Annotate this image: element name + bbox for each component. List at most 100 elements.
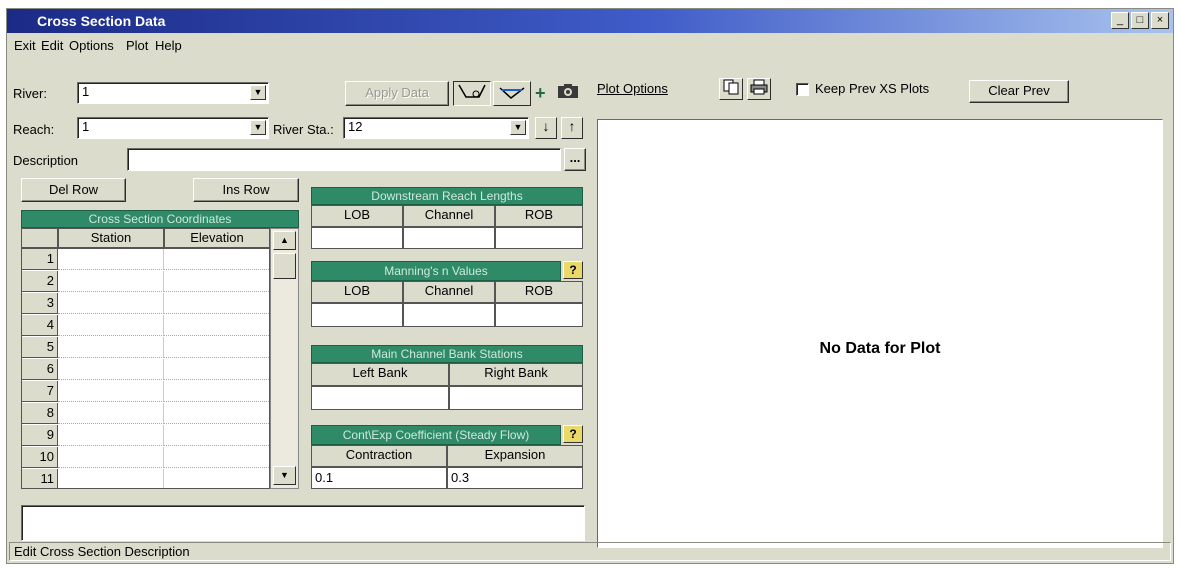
print-icon[interactable] [747, 78, 771, 100]
right-bank-input[interactable] [449, 386, 583, 410]
keep-prev-checkbox[interactable] [796, 83, 809, 96]
description-label: Description [13, 153, 79, 168]
elevation-cell[interactable] [164, 337, 269, 358]
description-browse-button[interactable]: ... [564, 148, 586, 171]
expansion-input[interactable]: 0.3 [447, 467, 583, 489]
maximize-button[interactable]: □ [1131, 12, 1149, 29]
close-button[interactable]: × [1151, 12, 1169, 29]
menu-exit[interactable]: Exit [14, 38, 36, 53]
menu-options[interactable]: Options [69, 38, 114, 53]
menu-edit[interactable]: Edit [41, 38, 63, 53]
ins-row-button[interactable]: Ins Row [193, 178, 299, 202]
ds-rob-header: ROB [495, 205, 583, 227]
elevation-cell[interactable] [164, 425, 269, 446]
station-cell[interactable] [58, 403, 164, 424]
elevation-column-header[interactable]: Elevation [164, 228, 270, 248]
reach-value: 1 [82, 119, 90, 134]
elevation-cell[interactable] [164, 249, 269, 270]
station-column-header[interactable]: Station [58, 228, 164, 248]
mn-rob-input[interactable] [495, 303, 583, 327]
del-row-button[interactable]: Del Row [21, 178, 126, 202]
scroll-thumb[interactable] [273, 253, 296, 279]
station-cell[interactable] [58, 249, 164, 270]
river-sta-label: River Sta.: [273, 122, 334, 137]
menu-help[interactable]: Help [155, 38, 182, 53]
contraction-header: Contraction [311, 445, 447, 467]
grid-row-number[interactable]: 10 [22, 447, 58, 468]
grid-row-number[interactable]: 4 [22, 315, 58, 336]
clear-prev-button[interactable]: Clear Prev [969, 80, 1069, 103]
station-cell[interactable] [58, 425, 164, 446]
plot-options-link[interactable]: Plot Options [597, 81, 668, 96]
river-select[interactable]: 1 ▼ [77, 82, 269, 104]
menu-plot[interactable]: Plot [126, 38, 148, 53]
grid-row-number[interactable]: 11 [22, 469, 58, 488]
river-sta-select[interactable]: 12 ▼ [343, 117, 529, 139]
station-cell[interactable] [58, 469, 164, 488]
reach-label: Reach: [13, 122, 55, 137]
add-icon[interactable]: + [535, 83, 546, 104]
station-cell[interactable] [58, 337, 164, 358]
ds-channel-input[interactable] [403, 227, 495, 249]
station-cell[interactable] [58, 293, 164, 314]
chevron-down-icon[interactable]: ▼ [510, 120, 526, 135]
elevation-cell[interactable] [164, 271, 269, 292]
plot-area[interactable]: No Data for Plot [597, 119, 1163, 548]
river-value: 1 [82, 84, 90, 99]
grid-row-number[interactable]: 7 [22, 381, 58, 402]
elevation-cell[interactable] [164, 359, 269, 380]
grid-row-number[interactable]: 3 [22, 293, 58, 314]
station-cell[interactable] [58, 271, 164, 292]
elevation-cell[interactable] [164, 403, 269, 424]
bank-stations-header: Main Channel Bank Stations [311, 345, 583, 363]
coef-help-icon[interactable]: ? [563, 425, 583, 443]
contraction-input[interactable]: 0.1 [311, 467, 447, 489]
station-cell[interactable] [58, 359, 164, 380]
camera-icon[interactable] [550, 83, 586, 105]
window-title: Cross Section Data [37, 13, 166, 29]
apply-data-button[interactable]: Apply Data [345, 81, 449, 106]
scroll-up-icon[interactable]: ▲ [273, 231, 296, 250]
chevron-down-icon[interactable]: ▼ [250, 120, 266, 135]
right-bank-header: Right Bank [449, 363, 583, 386]
minimize-button[interactable]: _ [1111, 12, 1129, 29]
station-cell[interactable] [58, 315, 164, 336]
description-input[interactable] [127, 148, 561, 171]
left-bank-input[interactable] [311, 386, 449, 410]
ds-rob-input[interactable] [495, 227, 583, 249]
ds-lob-header: LOB [311, 205, 403, 227]
elevation-cell[interactable] [164, 315, 269, 336]
grid-row-number[interactable]: 2 [22, 271, 58, 292]
river-sta-value: 12 [348, 119, 363, 134]
station-cell[interactable] [58, 381, 164, 402]
elevation-cell[interactable] [164, 469, 269, 488]
mn-lob-input[interactable] [311, 303, 403, 327]
elevation-cell[interactable] [164, 293, 269, 314]
description-textbox[interactable] [21, 505, 585, 541]
xs-coordinates-header: Cross Section Coordinates [21, 210, 299, 228]
ds-lob-input[interactable] [311, 227, 403, 249]
copy-icon[interactable] [719, 78, 743, 100]
grid-row-number[interactable]: 6 [22, 359, 58, 380]
scroll-down-icon[interactable]: ▼ [273, 466, 296, 485]
grid-scrollbar[interactable]: ▲ ▼ [270, 228, 299, 489]
title-bar[interactable]: Cross Section Data _ □ × [7, 9, 1173, 33]
elevation-cell[interactable] [164, 447, 269, 468]
chevron-down-icon[interactable]: ▼ [250, 85, 266, 100]
grid-row-number[interactable]: 9 [22, 425, 58, 446]
grid-row-number[interactable]: 5 [22, 337, 58, 358]
edit-geometry-icon[interactable] [453, 81, 491, 106]
water-surface-icon[interactable] [493, 81, 531, 106]
station-cell[interactable] [58, 447, 164, 468]
mn-channel-input[interactable] [403, 303, 495, 327]
arrow-down-icon[interactable]: ↓ [535, 117, 557, 139]
left-bank-header: Left Bank [311, 363, 449, 386]
xs-coordinates-grid: 1 2 3 4 5 6 7 8 9 10 11 [21, 248, 270, 489]
reach-select[interactable]: 1 ▼ [77, 117, 269, 139]
arrow-up-icon[interactable]: ↑ [561, 117, 583, 139]
mannings-help-icon[interactable]: ? [563, 261, 583, 279]
elevation-cell[interactable] [164, 381, 269, 402]
grid-row-number[interactable]: 8 [22, 403, 58, 424]
grid-row-number[interactable]: 1 [22, 249, 58, 270]
no-data-message: No Data for Plot [819, 340, 941, 357]
